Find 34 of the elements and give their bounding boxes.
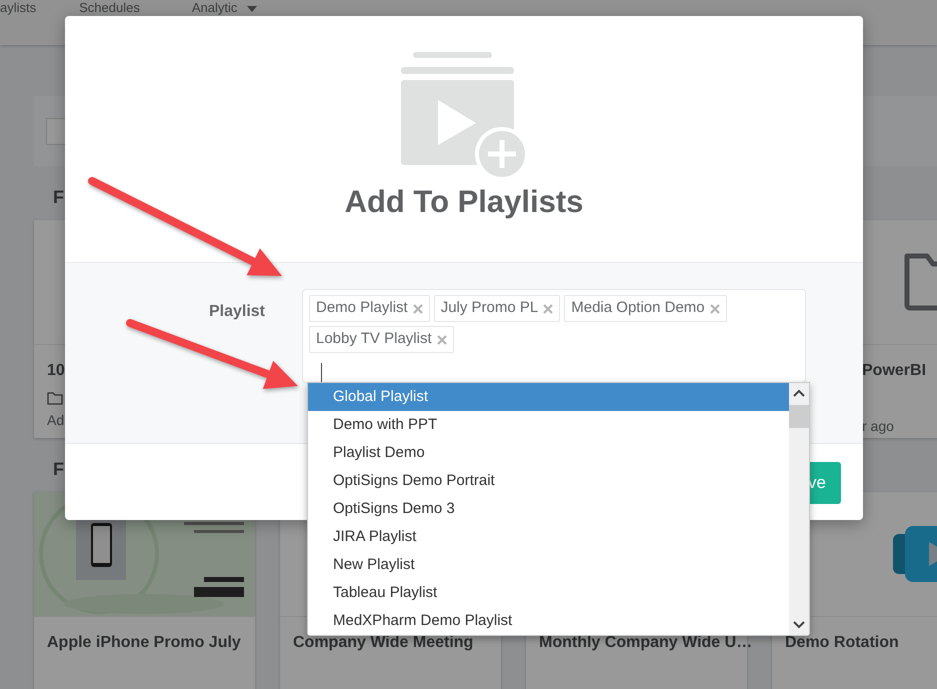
scroll-up-icon[interactable] bbox=[793, 389, 805, 397]
section-heading: F bbox=[53, 187, 64, 207]
scroll-down-icon[interactable] bbox=[793, 621, 805, 629]
tag[interactable]: July Promo PL bbox=[434, 295, 560, 322]
tag[interactable]: Media Option Demo bbox=[564, 295, 727, 322]
card-meta: r ago bbox=[862, 418, 894, 434]
card-title: Demo Rotation bbox=[785, 634, 899, 651]
add-playlist-icon bbox=[400, 50, 528, 178]
scrollbar-thumb[interactable] bbox=[789, 405, 809, 428]
dropdown-option[interactable]: Global Playlist bbox=[308, 383, 789, 411]
nav-link[interactable]: Schedules bbox=[79, 0, 140, 15]
remove-icon[interactable] bbox=[436, 334, 447, 344]
section-heading: F bbox=[53, 459, 64, 479]
remove-icon[interactable] bbox=[412, 304, 423, 314]
caret-icon bbox=[247, 6, 257, 12]
dropdown-option[interactable]: Demo with PPT bbox=[308, 411, 789, 439]
remove-icon[interactable] bbox=[710, 304, 720, 314]
field-label: Playlist bbox=[208, 303, 265, 320]
remove-icon[interactable] bbox=[543, 304, 554, 314]
tag[interactable]: Lobby TV Playlist bbox=[309, 326, 454, 353]
nav-link[interactable]: aylists bbox=[0, 0, 36, 15]
card-meta: Ad bbox=[47, 412, 64, 428]
tag-input-field[interactable]: Demo Playlist July Promo PL Media Option Demo Lobby TV Playlist bbox=[302, 289, 806, 383]
card-title: Monthly Company Wide U… bbox=[539, 634, 752, 651]
card-title: PowerBI bbox=[862, 362, 926, 379]
card-title: 10 bbox=[47, 362, 65, 379]
dropdown-option[interactable]: OptiSigns Demo Portrait bbox=[308, 467, 789, 495]
nav-dropdown[interactable]: Analytic bbox=[192, 0, 257, 15]
folder-icon bbox=[47, 392, 63, 405]
modal-title: Add To Playlists bbox=[344, 183, 584, 221]
dropdown-option[interactable]: Playlist Demo bbox=[308, 439, 789, 467]
card-title: Apple iPhone Promo July bbox=[47, 634, 241, 651]
tag[interactable]: Demo Playlist bbox=[309, 295, 430, 322]
card-title: Company Wide Meeting bbox=[293, 634, 474, 651]
